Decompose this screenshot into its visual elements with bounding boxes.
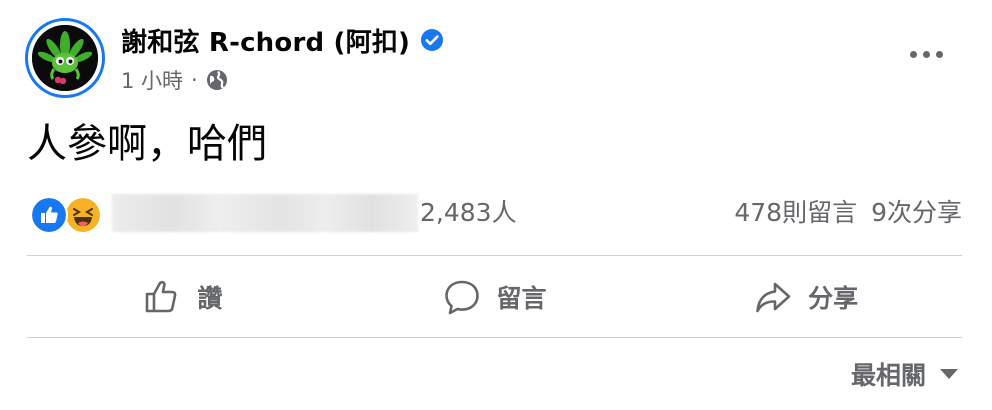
post-meta: 1 小時 · [121, 64, 228, 96]
thumbs-up-icon [146, 280, 177, 313]
comment-label: 留言 [496, 284, 547, 313]
comment-button[interactable]: 留言 [339, 257, 651, 337]
globe-icon[interactable] [206, 69, 228, 91]
blurred-reactor-names [112, 194, 418, 232]
more-options-icon [935, 50, 943, 58]
share-button[interactable]: 分享 [650, 257, 962, 337]
avatar-image [32, 25, 98, 91]
more-options-icon [909, 50, 917, 58]
divider-bottom [27, 337, 962, 338]
comment-sort-dropdown[interactable]: 最相關 [851, 356, 958, 392]
verified-badge-icon [421, 29, 444, 51]
more-options-button[interactable] [904, 36, 948, 72]
share-count[interactable]: 9次分享 [871, 198, 962, 227]
facebook-post: 謝和弦 R-chord (阿扣) 1 小時 · 人參啊，哈們 2,483人 47… [0, 0, 992, 410]
post-text: 人參啊，哈們 [27, 121, 267, 167]
cannabis-leaf-character-icon [32, 25, 98, 91]
more-options-icon [922, 50, 930, 58]
haha-reaction-icon [64, 196, 102, 234]
post-timestamp[interactable]: 1 小時 [121, 65, 183, 95]
share-arrow-icon [756, 282, 791, 313]
comment-bubble-icon [444, 280, 479, 315]
divider-top [27, 255, 962, 256]
author-avatar[interactable] [25, 18, 105, 98]
author-name[interactable]: 謝和弦 R-chord (阿扣) [121, 22, 410, 59]
comment-count[interactable]: 478則留言 [734, 198, 857, 227]
like-button[interactable]: 讚 [27, 257, 339, 337]
share-label: 分享 [808, 284, 859, 313]
sort-label: 最相關 [850, 361, 926, 390]
author-header: 謝和弦 R-chord (阿扣) [121, 22, 444, 58]
meta-separator: · [191, 68, 198, 92]
caret-down-icon [940, 369, 958, 379]
reaction-count[interactable]: 2,483人 [420, 196, 517, 230]
like-label: 讚 [197, 284, 223, 313]
reactions-summary: 2,483人 478則留言 9次分享 [30, 192, 962, 236]
comment-share-counts: 478則留言 9次分享 [734, 196, 962, 230]
action-bar: 讚 留言 分享 [27, 257, 962, 337]
reaction-icons[interactable] [30, 196, 106, 234]
like-reaction-icon [30, 196, 68, 234]
